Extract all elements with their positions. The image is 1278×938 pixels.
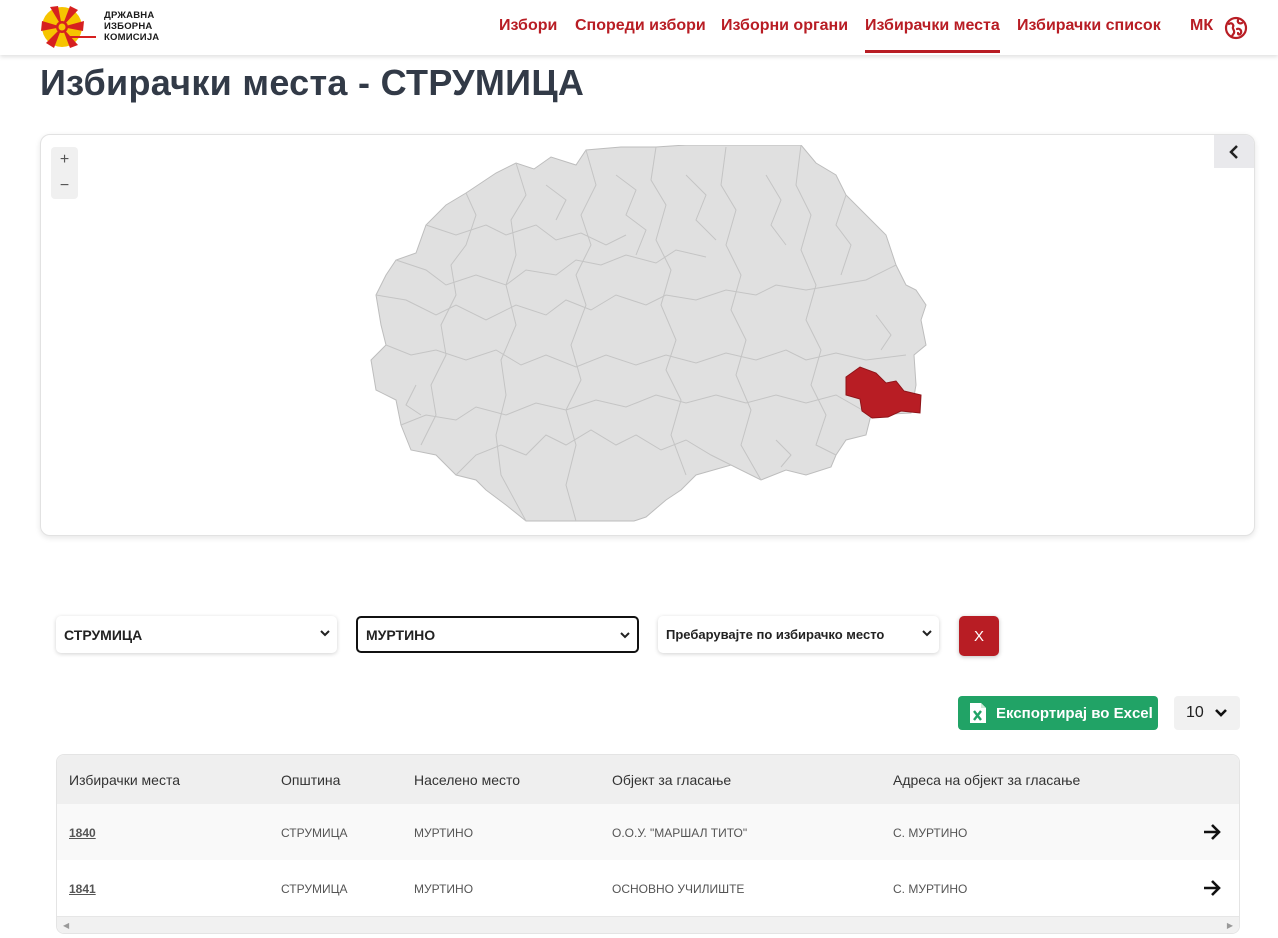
top-header: ДРЖАВНА ИЗБОРНА КОМИСИЈА Избори Спореди … bbox=[0, 0, 1278, 55]
table-row[interactable]: 1841 СТРУМИЦА МУРТИНО ОСНОВНО УЧИЛИШТЕ С… bbox=[57, 860, 1239, 916]
page-size-select[interactable]: 10 bbox=[1174, 696, 1240, 730]
column-header[interactable]: Адреса на објект за гласање bbox=[893, 772, 1080, 788]
table-header: Избирачки места Општина Населено место О… bbox=[57, 755, 1239, 804]
object-cell: О.О.У. "МАРШАЛ ТИТО" bbox=[612, 826, 748, 840]
municipality-map[interactable] bbox=[366, 145, 936, 523]
export-excel-button[interactable]: Експортирај во Excel bbox=[958, 696, 1158, 730]
table-row[interactable]: 1840 СТРУМИЦА МУРТИНО О.О.У. "МАРШАЛ ТИТ… bbox=[57, 804, 1239, 860]
collapse-panel-button[interactable] bbox=[1214, 135, 1254, 168]
nav-item-voter-list[interactable]: Избирачки список bbox=[1017, 17, 1161, 35]
settlement-cell: МУРТИНО bbox=[414, 882, 474, 896]
polling-station-placeholder: Пребарувајте по избирачко место bbox=[666, 627, 885, 642]
arrow-right-icon[interactable] bbox=[1202, 879, 1222, 897]
settlement-select[interactable]: МУРТИНО bbox=[356, 616, 639, 653]
chevron-down-icon bbox=[1215, 709, 1227, 717]
chevron-down-icon bbox=[320, 630, 330, 637]
map-panel: + − bbox=[40, 134, 1255, 536]
language-label[interactable]: МК bbox=[1190, 17, 1213, 35]
export-excel-label: Експортирај во Excel bbox=[996, 704, 1153, 722]
nav-item-elections[interactable]: Избори bbox=[499, 17, 557, 35]
polling-stations-table: Избирачки места Општина Населено место О… bbox=[56, 754, 1240, 934]
municipality-select[interactable]: СТРУМИЦА bbox=[56, 616, 337, 653]
excel-icon bbox=[970, 703, 986, 723]
settlement-select-value: МУРТИНО bbox=[366, 626, 436, 643]
column-header[interactable]: Општина bbox=[281, 772, 340, 788]
municipality-select-value: СТРУМИЦА bbox=[64, 626, 143, 643]
column-header[interactable]: Објект за гласање bbox=[612, 772, 731, 788]
polling-station-select[interactable]: Пребарувајте по избирачко место bbox=[658, 616, 939, 653]
horizontal-scrollbar[interactable]: ◀ ▶ bbox=[57, 916, 1239, 933]
settlement-cell: МУРТИНО bbox=[414, 826, 474, 840]
address-cell: С. МУРТИНО bbox=[893, 826, 968, 840]
nav-item-compare-elections[interactable]: Спореди избори bbox=[575, 17, 706, 35]
municipality-cell: СТРУМИЦА bbox=[281, 826, 348, 840]
clear-filters-button[interactable]: X bbox=[959, 616, 999, 656]
object-cell: ОСНОВНО УЧИЛИШТЕ bbox=[612, 882, 745, 896]
nav-item-election-bodies[interactable]: Изборни органи bbox=[721, 17, 848, 35]
address-cell: С. МУРТИНО bbox=[893, 882, 968, 896]
globe-icon[interactable] bbox=[1224, 16, 1248, 40]
chevron-down-icon bbox=[620, 632, 630, 639]
page-title: Избирачки места - СТРУМИЦА bbox=[40, 62, 585, 103]
municipality-cell: СТРУМИЦА bbox=[281, 882, 348, 896]
chevron-left-icon bbox=[1229, 144, 1238, 159]
logo-text: ДРЖАВНА ИЗБОРНА КОМИСИЈА bbox=[104, 10, 160, 43]
zoom-control: + − bbox=[51, 147, 78, 199]
column-header[interactable]: Населено место bbox=[414, 772, 520, 788]
page-size-value: 10 bbox=[1186, 704, 1204, 721]
station-number-link[interactable]: 1840 bbox=[69, 826, 96, 840]
zoom-in-button[interactable]: + bbox=[51, 147, 78, 173]
scroll-right-icon[interactable]: ▶ bbox=[1227, 921, 1233, 930]
station-number-link[interactable]: 1841 bbox=[69, 882, 96, 896]
column-header[interactable]: Избирачки места bbox=[69, 772, 180, 788]
country-outline bbox=[370, 145, 927, 522]
arrow-right-icon[interactable] bbox=[1202, 823, 1222, 841]
nav-item-polling-stations[interactable]: Избирачки места bbox=[865, 17, 1000, 53]
scroll-left-icon[interactable]: ◀ bbox=[63, 921, 69, 930]
logo-icon[interactable] bbox=[40, 5, 98, 49]
zoom-out-button[interactable]: − bbox=[51, 173, 78, 199]
chevron-down-icon bbox=[922, 630, 932, 637]
